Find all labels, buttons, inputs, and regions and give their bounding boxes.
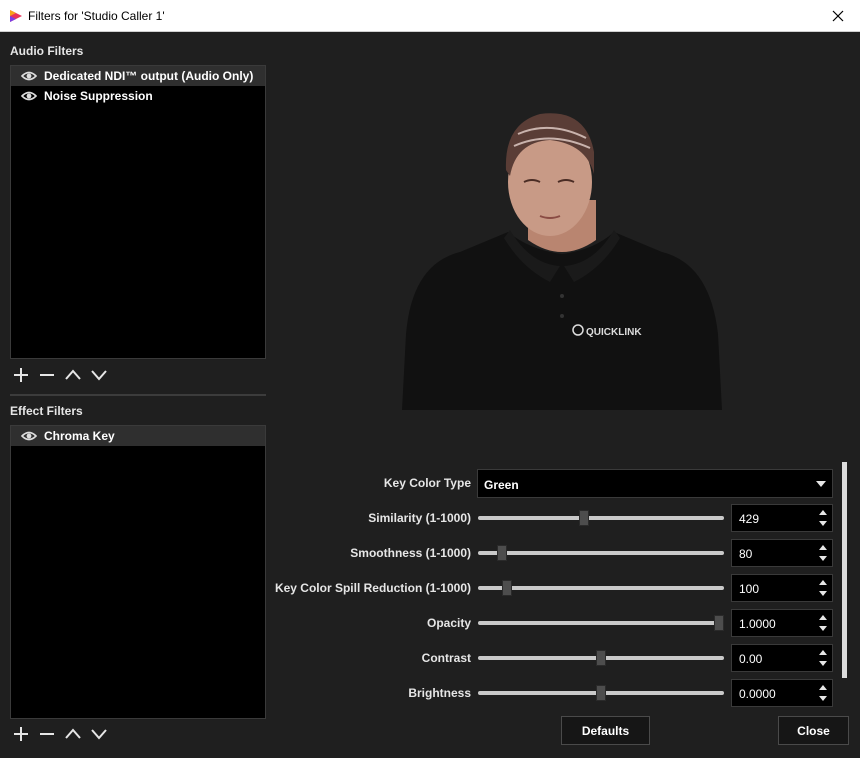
spill-reduction-value: 100 [739, 582, 760, 596]
audio-filters-toolbar [10, 365, 114, 385]
filters-dialog-body: Audio Filters Dedicated NDI™ output (Aud… [0, 32, 860, 758]
splitter[interactable] [10, 394, 266, 396]
slider-thumb[interactable] [496, 545, 507, 561]
remove-effect-filter-button[interactable] [36, 724, 58, 744]
plus-icon [14, 727, 28, 741]
move-effect-filter-down-button[interactable] [88, 724, 110, 744]
shirt-logo-text: QUICKLINK [586, 327, 642, 338]
remove-audio-filter-button[interactable] [36, 365, 58, 385]
list-item-label: Dedicated NDI™ output (Audio Only) [44, 69, 254, 83]
spill-reduction-spinbox[interactable]: 100 [731, 574, 833, 602]
window-title: Filters for 'Studio Caller 1' [28, 9, 165, 23]
effect-filters-label: Effect Filters [10, 404, 83, 418]
similarity-slider[interactable] [478, 507, 724, 529]
move-audio-filter-down-button[interactable] [88, 365, 110, 385]
similarity-label: Similarity (1-1000) [368, 511, 471, 525]
window-close-button[interactable] [816, 0, 860, 32]
list-item-label: Chroma Key [44, 429, 115, 443]
defaults-button[interactable]: Defaults [561, 716, 650, 745]
slider-thumb[interactable] [596, 685, 606, 701]
similarity-spinbox[interactable]: 429 [731, 504, 833, 532]
key-color-type-select[interactable]: Green [477, 469, 833, 498]
eye-icon[interactable] [21, 90, 37, 102]
chevron-down-icon [91, 729, 107, 740]
opacity-value: 1.0000 [739, 617, 776, 631]
smoothness-slider[interactable] [478, 542, 724, 564]
move-audio-filter-up-button[interactable] [62, 365, 84, 385]
spin-arrows-icon[interactable] [814, 575, 832, 601]
list-item[interactable]: Dedicated NDI™ output (Audio Only) [11, 66, 265, 86]
close-button[interactable]: Close [778, 716, 849, 745]
minus-icon [40, 374, 54, 376]
opacity-label: Opacity [426, 616, 471, 630]
brightness-slider[interactable] [478, 682, 724, 704]
list-item[interactable]: Noise Suppression [11, 86, 265, 106]
scrollbar-thumb[interactable] [842, 462, 847, 678]
effect-filters-list[interactable]: Chroma Key [10, 425, 266, 719]
dropdown-caret-icon [816, 481, 826, 487]
move-effect-filter-up-button[interactable] [62, 724, 84, 744]
similarity-value: 429 [739, 512, 760, 526]
chevron-up-icon [65, 728, 81, 739]
audio-filters-list[interactable]: Dedicated NDI™ output (Audio Only) Noise… [10, 65, 266, 359]
contrast-spinbox[interactable]: 0.00 [731, 644, 833, 672]
slider-thumb[interactable] [579, 510, 590, 526]
audio-filters-label: Audio Filters [10, 44, 84, 58]
brightness-label: Brightness [408, 686, 471, 700]
smoothness-label: Smoothness (1-1000) [350, 546, 471, 560]
minus-icon [40, 733, 54, 735]
effect-filters-toolbar [10, 724, 114, 744]
opacity-slider[interactable] [478, 612, 724, 634]
contrast-value: 0.00 [739, 652, 763, 666]
slider-thumb[interactable] [596, 650, 606, 666]
plus-icon [14, 368, 28, 382]
contrast-label: Contrast [421, 651, 471, 665]
chevron-down-icon [91, 370, 107, 381]
spin-arrows-icon[interactable] [814, 505, 832, 531]
key-color-type-value: Green [484, 478, 519, 492]
spin-arrows-icon[interactable] [814, 610, 832, 636]
slider-thumb[interactable] [501, 580, 512, 596]
smoothness-value: 80 [739, 547, 753, 561]
properties-scrollbar[interactable] [841, 462, 849, 678]
list-item[interactable]: Chroma Key [11, 426, 265, 446]
smoothness-spinbox[interactable]: 80 [731, 539, 833, 567]
key-color-type-label: Key Color Type [383, 476, 471, 490]
spill-reduction-label: Key Color Spill Reduction (1-1000) [274, 581, 471, 595]
close-icon [832, 10, 844, 22]
spin-arrows-icon[interactable] [814, 540, 832, 566]
app-logo-icon [10, 10, 22, 22]
add-audio-filter-button[interactable] [10, 365, 32, 385]
brightness-value: 0.0000 [739, 687, 776, 701]
eye-icon[interactable] [21, 430, 37, 442]
title-bar: Filters for 'Studio Caller 1' [0, 0, 860, 32]
filter-preview: QUICKLINK [402, 113, 722, 410]
contrast-slider[interactable] [478, 647, 724, 669]
chevron-up-icon [65, 369, 81, 380]
list-item-label: Noise Suppression [44, 89, 153, 103]
eye-icon[interactable] [21, 70, 37, 82]
spin-arrows-icon[interactable] [814, 645, 832, 671]
spin-arrows-icon[interactable] [814, 680, 832, 706]
brightness-spinbox[interactable]: 0.0000 [731, 679, 833, 707]
spill-reduction-slider[interactable] [478, 577, 724, 599]
slider-thumb[interactable] [714, 615, 724, 631]
opacity-spinbox[interactable]: 1.0000 [731, 609, 833, 637]
add-effect-filter-button[interactable] [10, 724, 32, 744]
